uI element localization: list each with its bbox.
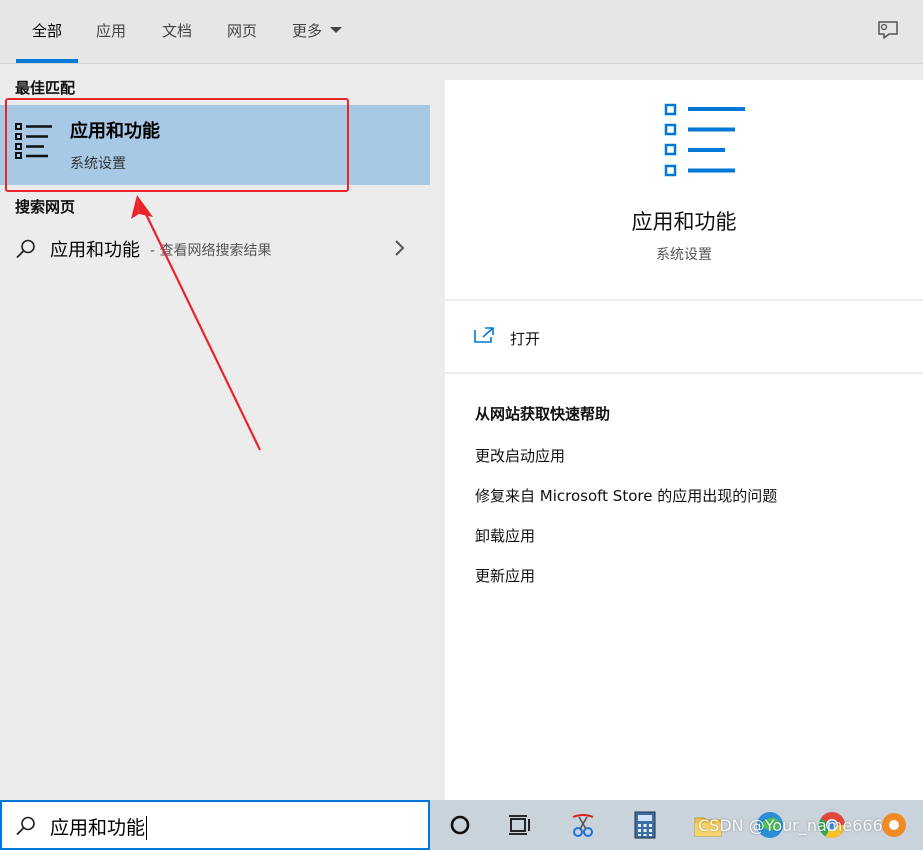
search-box[interactable]: 应用和功能 [0,800,430,850]
tab-all[interactable]: 全部 [32,20,62,41]
feedback-icon[interactable] [875,18,901,44]
apps-list-icon [664,103,745,177]
tab-more[interactable]: 更多 [292,20,343,41]
open-icon [474,327,494,343]
best-match-item[interactable]: 应用和功能 系统设置 [0,105,430,185]
search-input[interactable]: 应用和功能 [50,813,148,841]
web-search-result[interactable]: 应用和功能 - 查看网络搜索结果 [0,225,430,271]
chevron-down-icon [330,26,343,33]
snipping-tool-icon[interactable] [567,809,599,841]
task-view-icon[interactable] [503,809,535,841]
web-result-title: 应用和功能 [50,240,140,261]
search-filter-tabs: 全部 应用 文档 网页 更多 [0,0,923,64]
preview-pane: 应用和功能 系统设置 打开 从网站获取快速帮助 更改启动应用 修复来自 Micr… [445,80,923,800]
preview-title: 应用和功能 [631,210,737,234]
cortana-icon[interactable] [444,809,476,841]
chevron-right-icon[interactable] [392,239,406,257]
best-match-title: 应用和功能 [70,121,160,142]
tab-documents[interactable]: 文档 [162,20,192,41]
search-input-value: 应用和功能 [50,817,146,839]
help-link-update-apps[interactable]: 更新应用 [475,565,535,586]
tab-more-label: 更多 [292,22,323,40]
results-pane: 最佳匹配 应用和功能 系统设置 搜索网页 应用和功能 - 查看网络搜索结果 [0,65,430,800]
open-button[interactable]: 打开 [473,324,673,354]
best-match-heading: 最佳匹配 [15,79,76,97]
apps-list-icon [15,123,52,159]
preview-subtitle: 系统设置 [656,247,712,263]
help-link-startup-apps[interactable]: 更改启动应用 [475,445,565,466]
divider [445,372,923,374]
open-label: 打开 [510,330,541,348]
search-icon [16,816,35,836]
help-link-fix-store-apps[interactable]: 修复来自 Microsoft Store 的应用出现的问题 [475,485,777,506]
web-result-suffix: - 查看网络搜索结果 [150,243,272,259]
calculator-icon[interactable] [629,809,661,841]
divider [445,299,923,301]
web-search-heading: 搜索网页 [15,198,76,216]
best-match-subtitle: 系统设置 [70,156,126,172]
tab-web[interactable]: 网页 [227,20,257,41]
text-caret [146,815,148,840]
help-link-uninstall-apps[interactable]: 卸载应用 [475,525,535,546]
search-icon [16,239,35,259]
tab-apps[interactable]: 应用 [96,20,126,41]
help-heading: 从网站获取快速帮助 [475,405,611,423]
watermark-text: CSDN @Your_name666 [698,816,883,835]
taskbar: CSDN @Your_name666 [430,800,923,850]
active-tab-indicator [16,59,78,63]
